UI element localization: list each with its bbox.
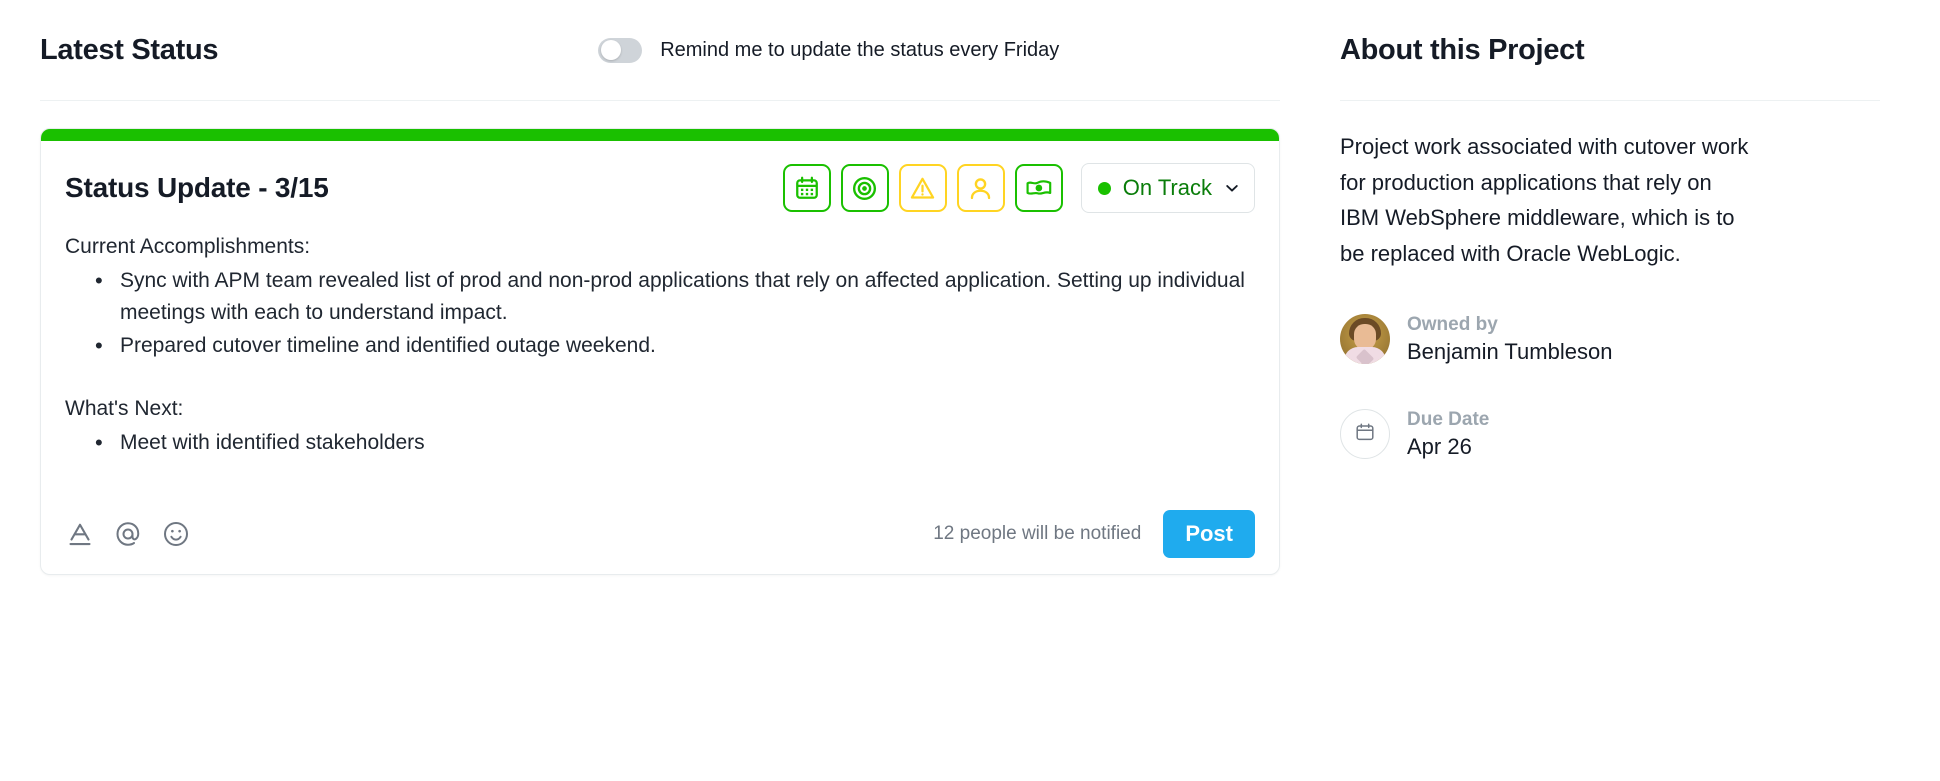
text-format-icon[interactable] [65, 519, 95, 549]
list-item: Prepared cutover timeline and identified… [95, 329, 1255, 362]
latest-status-column: Latest Status Remind me to update the st… [0, 0, 1340, 781]
emoji-icon[interactable] [161, 519, 191, 549]
reminder-control[interactable]: Remind me to update the status every Fri… [598, 37, 1060, 63]
about-title: About this Project [1340, 33, 1585, 66]
about-project-column: About this Project Project work associat… [1340, 0, 1940, 781]
calendar-icon [1353, 420, 1377, 449]
status-body: Current Accomplishments: Sync with APM t… [65, 231, 1255, 459]
person-icon [967, 175, 994, 202]
target-icon [851, 175, 878, 202]
due-date-value: Apr 26 [1407, 434, 1472, 460]
money-icon [1025, 174, 1053, 202]
status-dropdown[interactable]: On Track [1080, 163, 1255, 213]
list-item: Sync with APM team revealed list of prod… [95, 264, 1255, 329]
accomplishments-list: Sync with APM team revealed list of prod… [95, 264, 1255, 362]
page-title: Latest Status [40, 33, 219, 66]
card-header-row: Status Update - 3/15 On Track [65, 163, 1255, 213]
composer-tools [65, 519, 191, 549]
due-date-icon-wrap [1340, 409, 1390, 460]
post-button[interactable]: Post [1163, 510, 1255, 559]
due-date-label: Due Date [1407, 408, 1490, 430]
chip-target[interactable] [840, 164, 889, 212]
owner-row[interactable]: Owned by Benjamin Tumbleson [1340, 312, 1880, 367]
latest-status-header: Latest Status Remind me to update the st… [40, 0, 1340, 100]
footer-actions: 12 people will be notified Post [933, 510, 1255, 559]
about-header: About this Project [1340, 0, 1880, 100]
notify-count-label: 12 people will be notified [933, 523, 1142, 545]
chip-calendar[interactable] [782, 164, 831, 212]
reminder-label: Remind me to update the status every Fri… [660, 38, 1060, 61]
header-divider [40, 100, 1280, 101]
status-update-card: Status Update - 3/15 On Track Current Ac… [40, 128, 1280, 576]
chip-person[interactable] [956, 164, 1005, 212]
whats-next-heading: What's Next: [65, 396, 184, 420]
avatar [1340, 314, 1390, 365]
owner-text-block: Owned by Benjamin Tumbleson [1407, 312, 1612, 367]
mention-icon[interactable] [113, 519, 143, 549]
status-update-title: Status Update - 3/15 [65, 172, 329, 203]
owner-label: Owned by [1407, 313, 1498, 335]
card-footer: 12 people will be notified Post [65, 510, 1255, 559]
due-date-text-block: Due Date Apr 26 [1407, 407, 1489, 462]
status-label: On Track [1122, 175, 1212, 200]
card-content: Status Update - 3/15 On Track Current Ac… [41, 141, 1279, 574]
due-date-row[interactable]: Due Date Apr 26 [1340, 407, 1880, 462]
project-description: Project work associated with cutover wor… [1340, 134, 1749, 266]
whats-next-list: Meet with identified stakeholders [95, 426, 1255, 459]
chip-money[interactable] [1014, 164, 1063, 212]
accomplishments-heading: Current Accomplishments: [65, 235, 311, 258]
owner-name: Benjamin Tumbleson [1407, 339, 1613, 365]
warning-icon [909, 175, 936, 202]
toggle-knob [601, 40, 622, 60]
status-chip-row: On Track [782, 163, 1255, 213]
list-item: Meet with identified stakeholders [95, 426, 1255, 459]
about-divider [1340, 100, 1880, 101]
chip-warning[interactable] [898, 164, 947, 212]
reminder-toggle[interactable] [598, 37, 643, 63]
card-accent-bar [41, 129, 1279, 141]
calendar-icon [794, 175, 820, 201]
chevron-down-icon [1224, 180, 1240, 196]
status-dot-icon [1097, 181, 1111, 195]
status-page: Latest Status Remind me to update the st… [0, 0, 1940, 781]
